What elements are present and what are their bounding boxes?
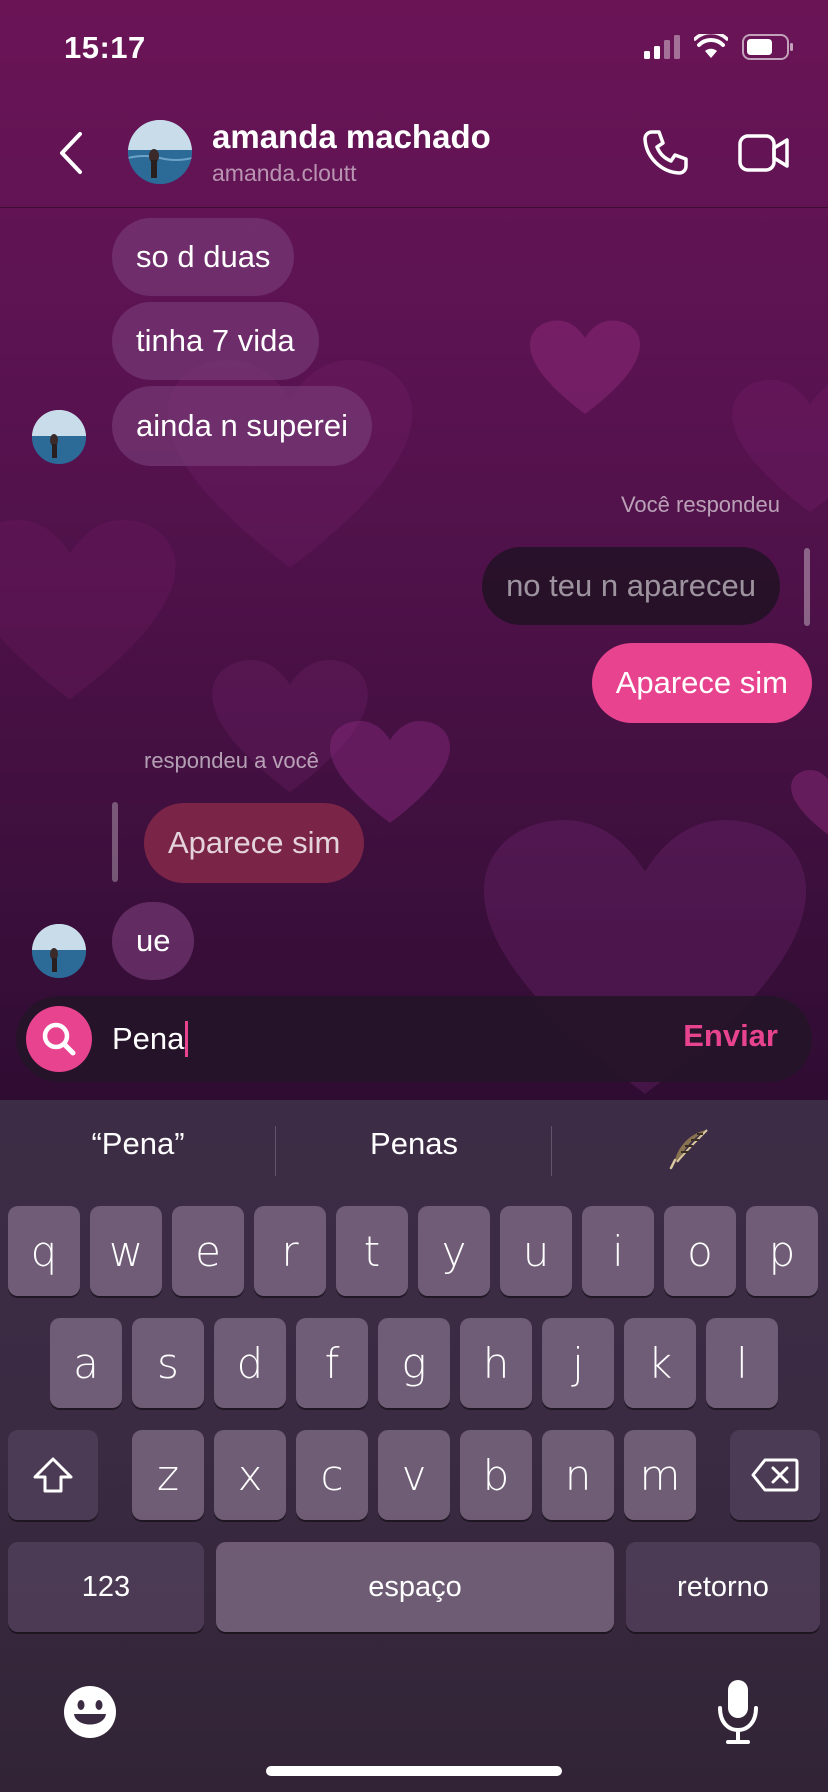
search-icon bbox=[42, 1022, 76, 1056]
shift-key[interactable] bbox=[8, 1430, 98, 1520]
contact-name[interactable]: amanda machado bbox=[212, 118, 491, 156]
key-y[interactable]: y bbox=[418, 1206, 490, 1296]
quoted-reply-message[interactable]: no teu n apareceu bbox=[482, 547, 780, 625]
incoming-message[interactable]: tinha 7 vida bbox=[112, 302, 319, 380]
key-i[interactable]: i bbox=[582, 1206, 654, 1296]
microphone-icon[interactable] bbox=[712, 1678, 764, 1746]
incoming-message[interactable]: so d duas bbox=[112, 218, 295, 296]
scrollbar[interactable] bbox=[804, 548, 810, 626]
keyboard: “Pena” Penas q w e r t y u i o p a s d f… bbox=[0, 1100, 828, 1792]
key-g[interactable]: g bbox=[378, 1318, 450, 1408]
incoming-message[interactable]: ainda n superei bbox=[112, 386, 372, 466]
message-input[interactable]: Pena bbox=[112, 1016, 189, 1062]
key-c[interactable]: c bbox=[296, 1430, 368, 1520]
status-bar: 15:17 bbox=[0, 0, 828, 100]
sender-avatar[interactable] bbox=[32, 410, 86, 464]
key-p[interactable]: p bbox=[746, 1206, 818, 1296]
feather-emoji-suggestion[interactable] bbox=[552, 1126, 828, 1172]
phone-call-icon[interactable] bbox=[640, 128, 690, 178]
outgoing-message[interactable]: Aparece sim bbox=[591, 643, 812, 723]
reply-indicator-bar bbox=[112, 802, 118, 882]
status-time: 15:17 bbox=[64, 30, 146, 65]
key-d[interactable]: d bbox=[214, 1318, 286, 1408]
video-call-icon[interactable] bbox=[738, 130, 790, 176]
key-q[interactable]: q bbox=[8, 1206, 80, 1296]
wifi-icon bbox=[694, 34, 728, 58]
quoted-original-message[interactable]: Aparece sim bbox=[144, 803, 365, 883]
backspace-icon bbox=[751, 1458, 799, 1492]
message-input-text: Pena bbox=[112, 1021, 185, 1056]
return-key[interactable]: retorno bbox=[626, 1542, 820, 1632]
key-x[interactable]: x bbox=[214, 1430, 286, 1520]
key-n[interactable]: n bbox=[542, 1430, 614, 1520]
key-a[interactable]: a bbox=[50, 1318, 122, 1408]
key-e[interactable]: e bbox=[172, 1206, 244, 1296]
you-replied-label: Você respondeu bbox=[620, 492, 780, 517]
heart-decoration bbox=[212, 660, 368, 793]
key-z[interactable]: z bbox=[132, 1430, 204, 1520]
key-l[interactable]: l bbox=[706, 1318, 778, 1408]
suggestion-bar: “Pena” Penas bbox=[0, 1100, 828, 1196]
key-k[interactable]: k bbox=[624, 1318, 696, 1408]
heart-decoration bbox=[791, 770, 828, 835]
key-v[interactable]: v bbox=[378, 1430, 450, 1520]
replied-to-you-label: respondeu a você bbox=[144, 748, 319, 773]
sender-avatar[interactable] bbox=[32, 924, 86, 978]
text-caret bbox=[185, 1021, 189, 1057]
key-f[interactable]: f bbox=[296, 1318, 368, 1408]
search-button[interactable] bbox=[26, 1006, 92, 1072]
battery-icon bbox=[742, 34, 793, 60]
key-m[interactable]: m bbox=[624, 1430, 696, 1520]
chat-header: amanda machado amanda.cloutt bbox=[0, 100, 828, 208]
key-w[interactable]: w bbox=[90, 1206, 162, 1296]
signal-icon bbox=[644, 35, 680, 59]
heart-decoration bbox=[530, 320, 640, 414]
contact-avatar[interactable] bbox=[128, 120, 192, 184]
key-h[interactable]: h bbox=[460, 1318, 532, 1408]
incoming-message[interactable]: ue bbox=[112, 902, 195, 980]
send-button[interactable]: Enviar bbox=[683, 1018, 778, 1054]
space-key[interactable]: espaço bbox=[216, 1542, 614, 1632]
contact-username[interactable]: amanda.cloutt bbox=[212, 160, 356, 187]
heart-decoration bbox=[0, 520, 176, 700]
suggestion-item[interactable]: “Pena” bbox=[0, 1126, 276, 1162]
key-b[interactable]: b bbox=[460, 1430, 532, 1520]
numbers-key[interactable]: 123 bbox=[8, 1542, 204, 1632]
key-s[interactable]: s bbox=[132, 1318, 204, 1408]
key-t[interactable]: t bbox=[336, 1206, 408, 1296]
key-u[interactable]: u bbox=[500, 1206, 572, 1296]
key-o[interactable]: o bbox=[664, 1206, 736, 1296]
feather-icon bbox=[669, 1129, 708, 1170]
emoji-icon[interactable] bbox=[62, 1684, 118, 1740]
back-button[interactable] bbox=[52, 128, 92, 178]
backspace-key[interactable] bbox=[730, 1430, 820, 1520]
key-j[interactable]: j bbox=[542, 1318, 614, 1408]
home-indicator[interactable] bbox=[266, 1766, 562, 1776]
message-composer: Pena Enviar bbox=[16, 996, 812, 1082]
suggestion-item[interactable]: Penas bbox=[276, 1126, 552, 1162]
key-r[interactable]: r bbox=[254, 1206, 326, 1296]
shift-icon bbox=[33, 1457, 73, 1493]
status-icons bbox=[644, 34, 794, 60]
